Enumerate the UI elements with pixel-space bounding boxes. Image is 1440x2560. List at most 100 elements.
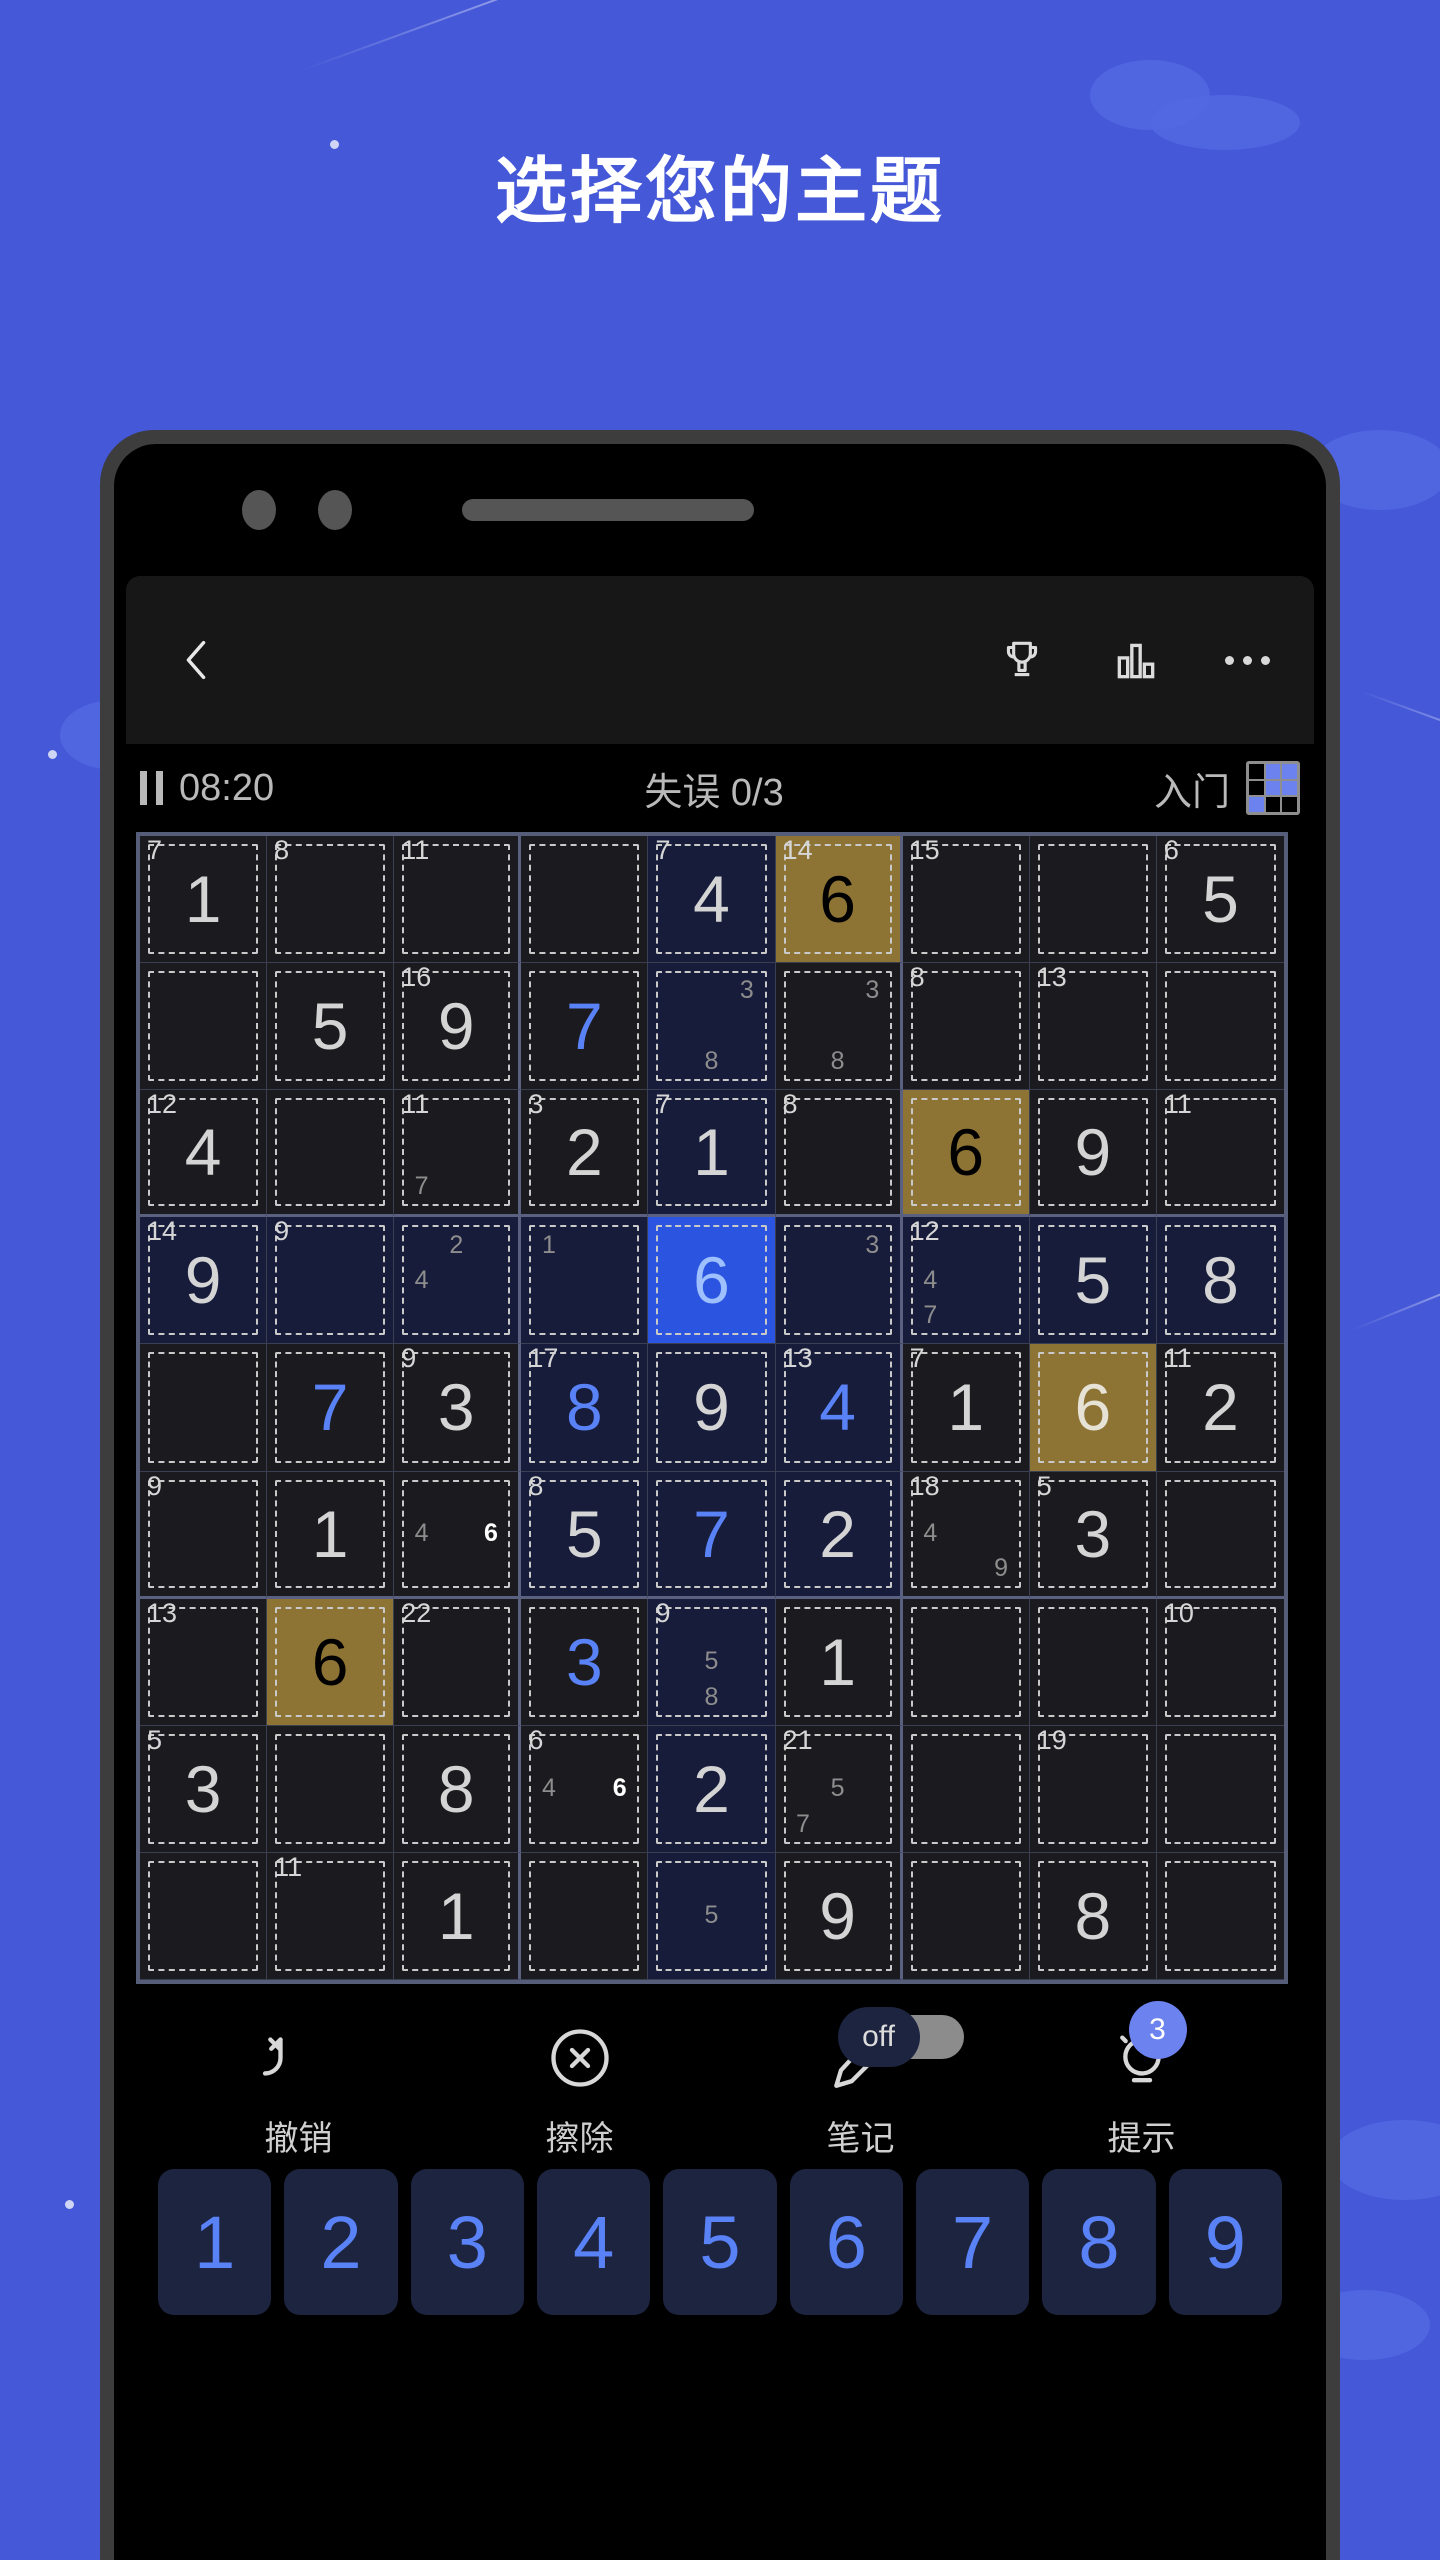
sudoku-cell[interactable]: 8 — [394, 1725, 522, 1853]
sudoku-cell[interactable] — [140, 963, 268, 1091]
number-key-7[interactable]: 7 — [915, 2169, 1030, 2315]
sudoku-cell[interactable]: 8 — [267, 835, 395, 964]
sudoku-cell[interactable]: 19 — [1029, 1725, 1157, 1853]
number-key-6[interactable]: 6 — [789, 2169, 903, 2315]
sudoku-cell[interactable] — [1029, 836, 1157, 964]
sudoku-cell[interactable]: 17 8 — [521, 1344, 649, 1472]
action-undo-arrow[interactable]: 撤销 — [158, 2011, 439, 2160]
action-pencil-note[interactable]: off 笔记 — [720, 2007, 1001, 2160]
sudoku-cell[interactable] — [902, 1598, 1030, 1726]
sudoku-cell[interactable]: 71 — [140, 835, 268, 964]
sudoku-cell[interactable] — [1156, 1726, 1284, 1853]
sudoku-cell[interactable]: 32 — [521, 1090, 649, 1218]
sudoku-cell[interactable]: 11 7 — [394, 1090, 522, 1218]
sudoku-cell[interactable]: 11 — [394, 835, 522, 964]
sudoku-cell[interactable]: 7 — [267, 1344, 395, 1472]
sudoku-cell[interactable]: 2 — [775, 1471, 903, 1599]
number-key-2[interactable]: 2 — [284, 2169, 398, 2315]
sudoku-cell[interactable]: 5 — [1029, 1217, 1157, 1345]
number-key-4[interactable]: 4 — [536, 2169, 651, 2315]
action-erase-circle-x[interactable]: 擦除 — [439, 2011, 720, 2160]
sudoku-cell[interactable]: 9 — [775, 1852, 903, 1980]
sudoku-cell[interactable]: 9 — [648, 1344, 776, 1472]
number-key-8[interactable]: 8 — [1042, 2169, 1156, 2315]
sudoku-cell[interactable]: 11 — [1156, 1090, 1284, 1218]
sudoku-cell[interactable]: 38 — [775, 963, 903, 1091]
sudoku-cell[interactable]: 74 — [648, 835, 776, 964]
sudoku-cell[interactable]: 65 — [1156, 835, 1284, 964]
sudoku-cell[interactable]: 13 — [140, 1598, 268, 1726]
sudoku-cell[interactable] — [1156, 963, 1284, 1091]
sudoku-cell[interactable] — [1156, 1853, 1284, 1980]
sudoku-cell[interactable] — [140, 1852, 268, 1980]
more-dots-icon[interactable] — [1225, 655, 1270, 665]
number-key-9[interactable]: 9 — [1168, 2169, 1282, 2315]
sudoku-cell[interactable]: 10 — [1156, 1598, 1284, 1726]
sudoku-cell[interactable]: 12 4 — [140, 1090, 268, 1218]
sudoku-cell[interactable]: 11 2 — [1156, 1344, 1284, 1472]
sudoku-cell[interactable]: 9 — [1029, 1090, 1157, 1218]
sudoku-cell[interactable] — [1156, 1472, 1284, 1599]
sudoku-cell[interactable]: 1 — [394, 1852, 522, 1980]
pause-icon[interactable] — [140, 771, 163, 805]
sudoku-cell[interactable]: 14 9 — [140, 1217, 268, 1345]
sudoku-cell[interactable]: 1 — [521, 1217, 649, 1345]
number-key-1[interactable]: 1 — [158, 2169, 272, 2315]
sudoku-cell[interactable]: 7 — [648, 1471, 776, 1599]
sudoku-cell[interactable]: 13 — [1029, 962, 1157, 1091]
sudoku-cell[interactable]: 6 — [902, 1090, 1030, 1218]
sudoku-cell[interactable]: 53 — [1029, 1471, 1157, 1599]
sudoku-cell[interactable]: 93 — [394, 1344, 522, 1472]
chevron-left-icon[interactable] — [170, 634, 222, 686]
sudoku-cell[interactable] — [521, 1852, 649, 1980]
sudoku-cell[interactable]: 13 4 — [775, 1344, 903, 1472]
sudoku-cell[interactable]: 8 — [775, 1090, 903, 1218]
sudoku-cell[interactable]: 12 4 7 — [902, 1217, 1030, 1345]
sudoku-cell[interactable]: 85 — [521, 1471, 649, 1599]
sudoku-cell[interactable]: 18 4 9 — [902, 1471, 1030, 1599]
sudoku-cell[interactable]: 2 — [648, 1725, 776, 1853]
sudoku-cell[interactable]: 1 — [267, 1471, 395, 1599]
sudoku-cell[interactable]: 7 — [521, 963, 649, 1091]
trophy-icon[interactable] — [997, 635, 1047, 685]
sudoku-cell[interactable]: 9 — [140, 1471, 268, 1599]
difficulty-group[interactable]: 入门 — [1154, 761, 1300, 816]
sudoku-cell[interactable]: 22 — [394, 1598, 522, 1726]
notes-toggle[interactable]: off — [837, 2007, 964, 2067]
sudoku-cell[interactable]: 53 — [140, 1725, 268, 1853]
sudoku-cell[interactable]: 6 — [267, 1598, 395, 1726]
sudoku-cell[interactable]: 5 — [648, 1852, 776, 1980]
sudoku-cell[interactable]: 646 — [521, 1725, 649, 1853]
sudoku-cell[interactable] — [267, 1725, 395, 1853]
sudoku-cell[interactable]: 958 — [648, 1598, 776, 1726]
sudoku-cell[interactable]: 3 — [521, 1598, 649, 1726]
number-key-3[interactable]: 3 — [410, 2169, 524, 2315]
sudoku-cell[interactable]: 38 — [648, 963, 776, 1091]
sudoku-cell[interactable]: 46 — [394, 1471, 522, 1599]
stats-bar-icon[interactable] — [1111, 635, 1161, 685]
sudoku-cell[interactable]: 6 — [1029, 1344, 1157, 1472]
sudoku-cell[interactable] — [267, 1090, 395, 1218]
sudoku-cell[interactable]: 71 — [648, 1090, 776, 1218]
sudoku-cell[interactable]: 15 — [902, 835, 1030, 964]
sudoku-cell[interactable] — [521, 836, 649, 964]
action-lightbulb[interactable]: 3 提示 — [1001, 2001, 1282, 2160]
sudoku-cell[interactable]: 8 — [902, 962, 1030, 1091]
sudoku-cell[interactable] — [902, 1852, 1030, 1980]
sudoku-board[interactable]: 7 1 8 11 7 4 14 6 15 6 5 5 16 9 7 3 8 3 8 8 13 12 4 11 7 3 2 7 1 8 6 9 1… — [136, 832, 1288, 1984]
sudoku-cell[interactable]: 16 9 — [394, 962, 522, 1091]
sudoku-cell[interactable]: 3 — [775, 1217, 903, 1345]
sudoku-cell[interactable] — [902, 1725, 1030, 1853]
number-key-5[interactable]: 5 — [663, 2169, 777, 2315]
sudoku-cell[interactable]: 6 — [648, 1217, 776, 1345]
sudoku-cell[interactable]: 1 — [775, 1598, 903, 1726]
sudoku-cell[interactable]: 11 — [267, 1852, 395, 1980]
sudoku-cell[interactable]: 21 5 7 — [775, 1725, 903, 1853]
sudoku-cell[interactable]: 9 — [267, 1217, 395, 1345]
sudoku-cell[interactable]: 24 — [394, 1217, 522, 1345]
sudoku-cell[interactable] — [140, 1344, 268, 1472]
sudoku-cell[interactable]: 14 6 — [775, 835, 903, 964]
sudoku-cell[interactable]: 5 — [267, 963, 395, 1091]
sudoku-cell[interactable]: 8 — [1029, 1852, 1157, 1980]
sudoku-cell[interactable]: 71 — [902, 1344, 1030, 1472]
